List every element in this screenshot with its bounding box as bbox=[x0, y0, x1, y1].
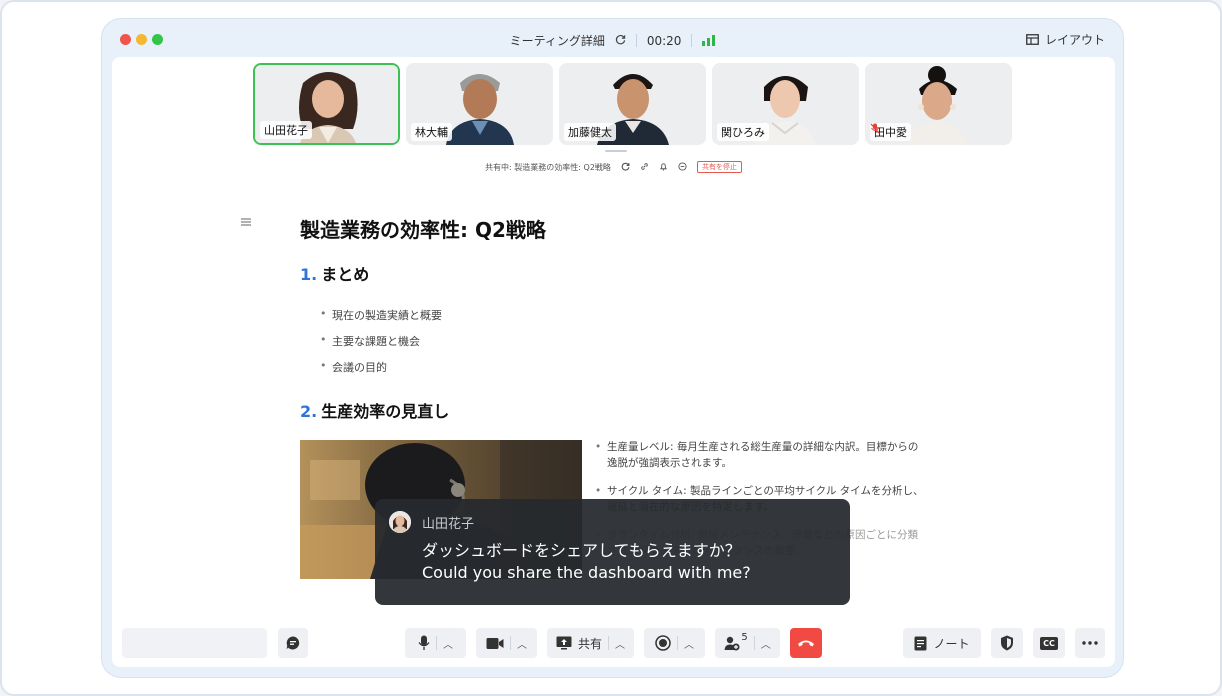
meeting-content: 山田花子 林大輔 加藤健太 関ひろみ 田中愛 共有中: 製造業務の効率性: Q2… bbox=[112, 57, 1115, 667]
divider bbox=[677, 636, 678, 650]
section-number: 2. bbox=[300, 402, 318, 421]
divider bbox=[510, 636, 511, 650]
participant-tile[interactable]: 加藤健太 bbox=[559, 63, 706, 145]
share-control[interactable]: 共有 ︿ bbox=[547, 628, 634, 658]
hang-up-icon bbox=[798, 640, 814, 647]
participant-name: 山田花子 bbox=[260, 121, 312, 139]
layout-button[interactable]: レイアウト bbox=[1026, 31, 1105, 48]
chat-input-box[interactable] bbox=[122, 628, 267, 658]
list-item: 会議の目的 bbox=[320, 359, 442, 385]
video-camera-icon[interactable] bbox=[486, 637, 504, 650]
meeting-timer: 00:20 bbox=[646, 33, 682, 48]
participant-tile[interactable]: 関ひろみ bbox=[712, 63, 859, 145]
divider bbox=[753, 636, 755, 650]
caption-text-translation: Could you share the dashboard with me? bbox=[422, 563, 751, 582]
chevron-up-icon[interactable]: ︿ bbox=[443, 636, 453, 651]
share-status-bar: 共有中: 製造業務の効率性: Q2戦略 共有を停止 bbox=[112, 161, 1115, 173]
record-icon[interactable] bbox=[655, 635, 671, 651]
end-call-button[interactable] bbox=[790, 628, 822, 658]
document-title: 製造業務の効率性: Q2戦略 bbox=[300, 218, 546, 242]
signal-strength-icon bbox=[702, 35, 716, 46]
chevron-up-icon[interactable]: ︿ bbox=[615, 636, 625, 651]
more-icon bbox=[1082, 641, 1098, 645]
microphone-icon[interactable] bbox=[418, 635, 430, 651]
captions-button[interactable]: CC bbox=[1033, 628, 1065, 658]
layout-label: レイアウト bbox=[1044, 33, 1105, 47]
chevron-up-icon[interactable]: ︿ bbox=[517, 636, 527, 651]
stop-share-button[interactable]: 共有を停止 bbox=[696, 161, 742, 173]
section-heading: 2. 生産効率の見直し bbox=[300, 398, 449, 422]
bell-icon[interactable] bbox=[659, 162, 668, 173]
title-bar: ミーティング詳細 00:20 bbox=[102, 32, 1123, 49]
bullet-list: 現在の製造実績と概要 主要な課題と機会 会議の目的 bbox=[320, 307, 442, 385]
participant-name: 林大輔 bbox=[411, 123, 452, 141]
chat-button[interactable] bbox=[278, 628, 308, 658]
record-control[interactable]: ︿ bbox=[644, 628, 705, 658]
meeting-title[interactable]: ミーティング詳細 bbox=[510, 32, 605, 49]
notes-button[interactable]: ノート bbox=[903, 628, 981, 658]
shield-icon bbox=[1001, 635, 1013, 651]
section-heading: 1. まとめ bbox=[300, 261, 369, 285]
participant-name: 関ひろみ bbox=[717, 123, 769, 141]
share-screen-icon[interactable] bbox=[556, 636, 572, 650]
chevron-up-icon[interactable]: ︿ bbox=[684, 636, 694, 651]
participant-tile[interactable]: 林大輔 bbox=[406, 63, 553, 145]
section-title: まとめ bbox=[321, 265, 370, 284]
list-item: 現在の製造実績と概要 bbox=[320, 307, 442, 333]
divider bbox=[436, 636, 437, 650]
participant-count: 5 bbox=[741, 632, 748, 643]
chat-bubble-icon bbox=[286, 636, 300, 650]
participant-name: 加藤健太 bbox=[564, 123, 616, 141]
refresh-icon[interactable] bbox=[615, 34, 626, 48]
participant-tile[interactable]: 山田花子 bbox=[253, 63, 400, 145]
section-number: 1. bbox=[300, 265, 318, 284]
notes-label: ノート bbox=[933, 636, 970, 651]
participant-strip: 山田花子 林大輔 加藤健太 関ひろみ 田中愛 bbox=[253, 63, 1012, 145]
meeting-window: ミーティング詳細 00:20 レイアウト 山田花子 林大輔 加藤健太 関ひろみ … bbox=[101, 18, 1124, 678]
refresh-icon[interactable] bbox=[621, 162, 630, 173]
list-item: 主要な課題と機会 bbox=[320, 333, 442, 359]
avatar bbox=[389, 511, 411, 533]
participants-control[interactable]: 5 ︿ bbox=[715, 628, 780, 658]
participant-tile[interactable]: 田中愛 bbox=[865, 63, 1012, 145]
minus-circle-icon[interactable] bbox=[678, 161, 687, 173]
divider bbox=[635, 34, 637, 47]
section-title: 生産効率の見直し bbox=[321, 402, 450, 421]
mic-control[interactable]: ︿ bbox=[405, 628, 466, 658]
mic-muted-icon bbox=[870, 123, 880, 134]
share-status-text: 共有中: 製造業務の効率性: Q2戦略 bbox=[485, 162, 611, 172]
share-label: 共有 bbox=[577, 636, 602, 651]
layout-icon bbox=[1026, 34, 1039, 45]
caption-text-original: ダッシュボードをシェアしてもらえますか？ bbox=[422, 541, 741, 560]
closed-captions-icon: CC bbox=[1040, 636, 1058, 650]
chevron-up-icon[interactable]: ︿ bbox=[761, 636, 771, 651]
notes-icon bbox=[914, 636, 927, 650]
link-icon[interactable] bbox=[640, 162, 649, 173]
add-participant-icon[interactable] bbox=[724, 636, 740, 651]
list-item: 生産量レベル: 毎月生産される総生産量の詳細な内訳。目標からの逸脱が強調表示され… bbox=[595, 439, 925, 471]
caption-speaker: 山田花子 bbox=[422, 517, 475, 532]
more-options-button[interactable] bbox=[1075, 628, 1105, 658]
divider bbox=[608, 636, 609, 650]
participant-name: 田中愛 bbox=[870, 123, 911, 141]
camera-control[interactable]: ︿ bbox=[476, 628, 537, 658]
app-frame: ミーティング詳細 00:20 レイアウト 山田花子 林大輔 加藤健太 関ひろみ … bbox=[0, 0, 1222, 696]
menu-icon[interactable] bbox=[241, 215, 251, 229]
security-button[interactable] bbox=[991, 628, 1023, 658]
divider bbox=[691, 34, 693, 47]
live-caption-panel: 山田花子 ダッシュボードをシェアしてもらえますか？ Could you shar… bbox=[375, 499, 850, 605]
strip-resize-handle[interactable] bbox=[605, 150, 627, 152]
